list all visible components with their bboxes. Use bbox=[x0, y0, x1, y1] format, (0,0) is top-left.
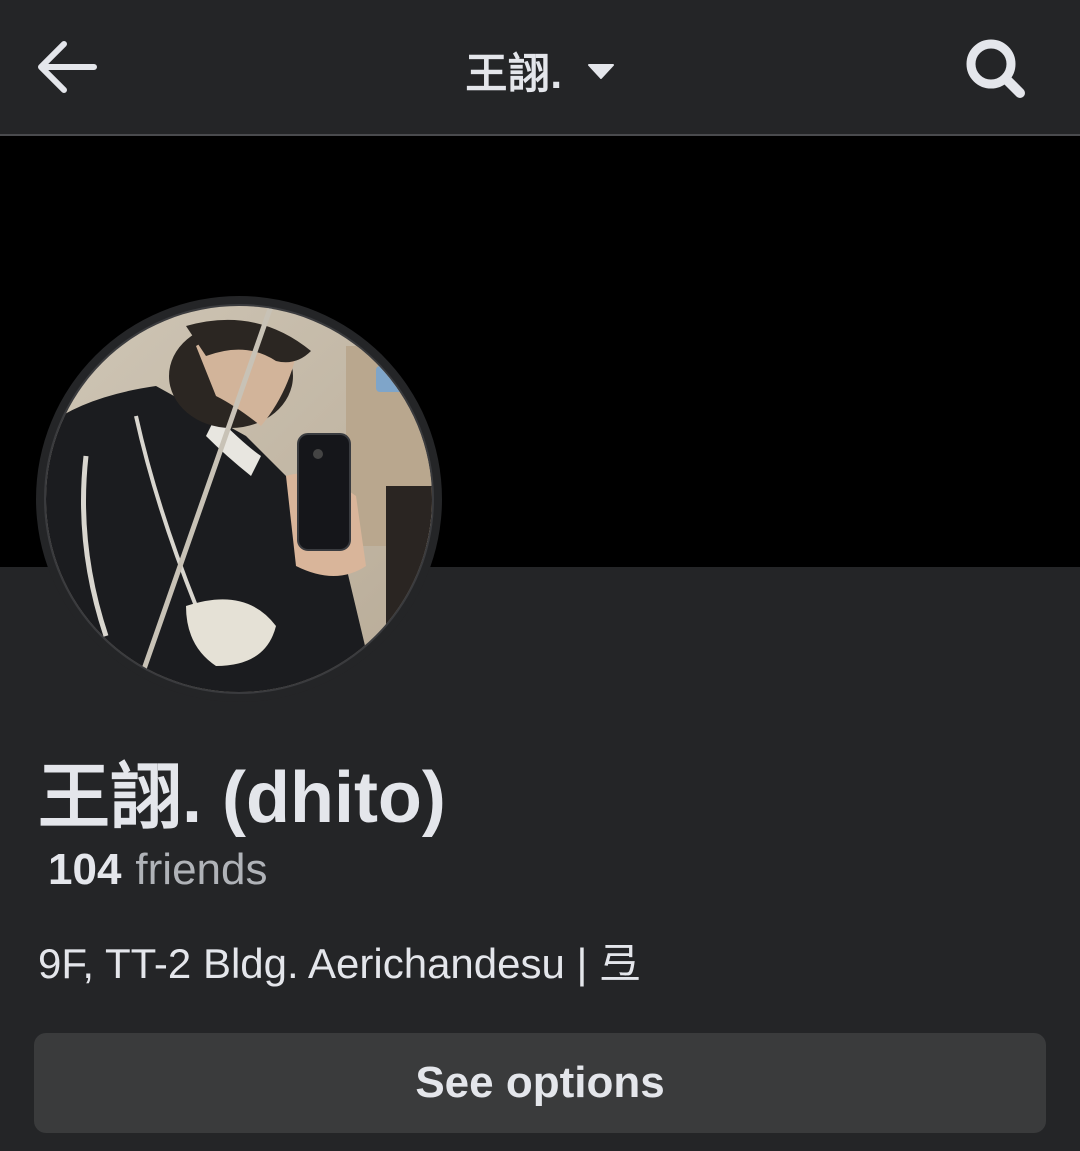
profile-name: 王詡. (dhito) bbox=[38, 758, 446, 838]
friends-count: 104 bbox=[48, 845, 122, 894]
friends-label: friends bbox=[135, 845, 268, 894]
friends-count-link[interactable]: 104 friends bbox=[48, 845, 268, 895]
avatar-photo bbox=[46, 306, 432, 692]
profile-bio: 9F, TT-2 Bldg. Aerichandesu | 弖 bbox=[38, 940, 642, 987]
search-icon bbox=[966, 39, 1025, 98]
see-options-button[interactable]: See options bbox=[34, 1033, 1046, 1133]
top-app-bar: 王詡. bbox=[0, 0, 1080, 136]
header-title: 王詡. bbox=[465, 50, 563, 97]
profile-avatar[interactable] bbox=[44, 304, 434, 694]
search-button[interactable] bbox=[958, 34, 1034, 104]
caret-down-icon bbox=[587, 63, 614, 79]
profile-switcher[interactable]: 王詡. bbox=[0, 40, 1080, 101]
